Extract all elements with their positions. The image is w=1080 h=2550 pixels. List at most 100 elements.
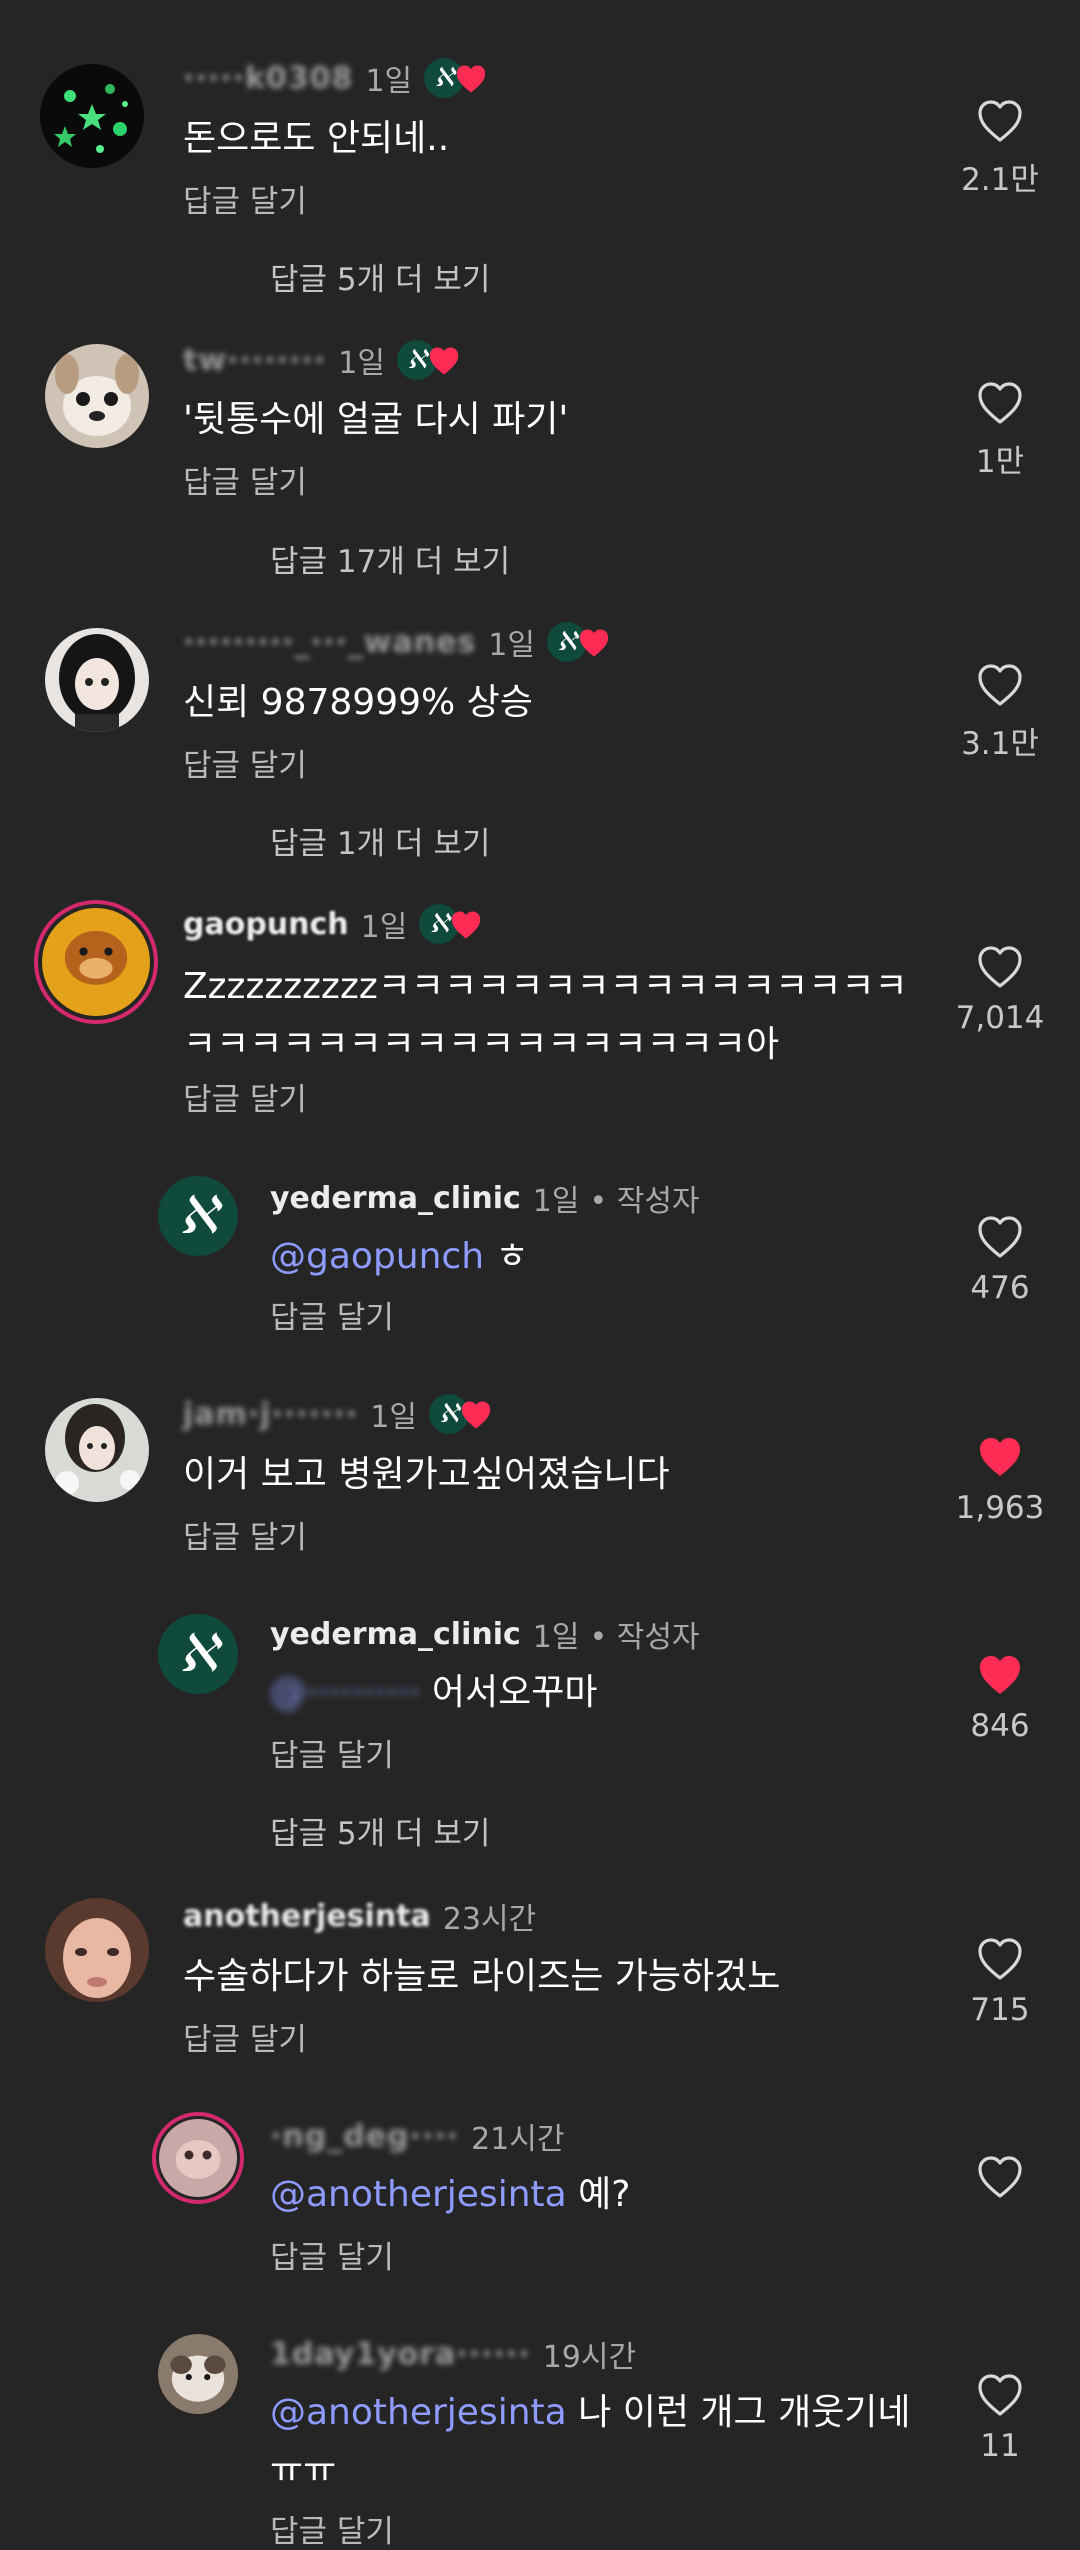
reply-button[interactable]: 답글 달기 bbox=[183, 1074, 307, 1119]
avatar[interactable]: ℵ bbox=[158, 1176, 238, 1256]
heart-icon bbox=[449, 908, 483, 942]
timestamp: 1일 bbox=[365, 64, 413, 99]
heart-outline-icon bbox=[976, 98, 1024, 144]
reply-button[interactable]: 답글 달기 bbox=[183, 176, 307, 221]
like-button[interactable]: 476 bbox=[950, 1214, 1050, 1306]
heart-filled-icon bbox=[976, 1434, 1024, 1480]
view-more-replies[interactable]: 답글 17개 더 보기 bbox=[270, 536, 510, 581]
comment-text: @·········· 어서오꾸마 bbox=[270, 1664, 920, 1722]
comment-text: @anotherjesinta 예? bbox=[270, 2166, 920, 2224]
mention-link[interactable]: @anotherjesinta bbox=[270, 2174, 567, 2215]
view-more-replies[interactable]: 답글 5개 더 보기 bbox=[270, 254, 490, 299]
like-count: 11 bbox=[980, 2428, 1020, 2464]
clinic-logo-icon: ℵ bbox=[178, 1624, 218, 1684]
timestamp: 23시간 bbox=[442, 1902, 537, 1937]
username[interactable]: gaopunch bbox=[183, 907, 349, 942]
avatar[interactable] bbox=[34, 900, 158, 1024]
like-button[interactable]: 1,963 bbox=[950, 1434, 1050, 1526]
heart-icon bbox=[459, 1398, 493, 1432]
creator-label: • 작성자 bbox=[589, 1620, 700, 1655]
heart-outline-icon bbox=[976, 662, 1024, 708]
avatar[interactable] bbox=[45, 628, 149, 732]
timestamp: 1일 bbox=[360, 910, 408, 945]
comment-text: 수술하다가 하늘로 라이즈는 가능하겄노 bbox=[183, 1956, 781, 1997]
username[interactable]: yederma_clinic bbox=[270, 1181, 521, 1216]
mention-link[interactable]: @anotherjesinta bbox=[270, 2392, 567, 2433]
username[interactable]: ·····k0308 bbox=[183, 61, 353, 96]
reply-button[interactable]: 답글 달기 bbox=[183, 740, 307, 785]
timestamp: 1일 bbox=[370, 1400, 417, 1435]
username[interactable]: ·ng_deg···· bbox=[270, 2119, 459, 2154]
like-button[interactable]: 7,014 bbox=[950, 944, 1050, 1036]
comment-text: 신뢰 9878999% 상승 bbox=[183, 682, 533, 723]
like-count: 1만 bbox=[975, 444, 1025, 480]
reply-button[interactable]: 답글 달기 bbox=[183, 457, 307, 502]
timestamp: 1일 bbox=[532, 1184, 580, 1219]
timestamp: 1일 bbox=[338, 346, 385, 381]
clinic-logo-icon: ℵ bbox=[178, 1186, 218, 1246]
like-button[interactable]: 1만 bbox=[950, 380, 1050, 481]
reply-text: 예? bbox=[578, 2174, 631, 2215]
avatar[interactable] bbox=[45, 344, 149, 448]
username[interactable]: tw········ bbox=[183, 343, 326, 378]
username[interactable]: yederma_clinic bbox=[270, 1617, 521, 1652]
comment-text: 이거 보고 병원가고싶어졌습니다 bbox=[183, 1454, 670, 1495]
timestamp: 1일 bbox=[532, 1620, 580, 1655]
heart-icon bbox=[577, 626, 611, 660]
reply-button[interactable]: 답글 달기 bbox=[270, 2506, 394, 2550]
reply-text: ㅎ bbox=[495, 1236, 529, 1277]
avatar[interactable] bbox=[158, 2334, 238, 2414]
avatar[interactable] bbox=[45, 1398, 149, 1502]
reply-button[interactable]: 답글 달기 bbox=[183, 1512, 307, 1557]
view-more-replies[interactable]: 답글 1개 더 보기 bbox=[270, 818, 490, 863]
reply-button[interactable]: 답글 달기 bbox=[183, 2014, 307, 2059]
like-count: 2.1만 bbox=[961, 162, 1039, 198]
avatar[interactable]: ℵ bbox=[158, 1614, 238, 1694]
avatar[interactable] bbox=[45, 1898, 149, 2002]
creator-liked-badge: ℵ bbox=[396, 338, 463, 382]
like-button[interactable]: 11 bbox=[950, 2372, 1050, 2464]
mention-link[interactable]: @gaopunch bbox=[270, 1236, 484, 1277]
like-count: 7,014 bbox=[955, 1000, 1045, 1036]
reply-button[interactable]: 답글 달기 bbox=[270, 1292, 394, 1337]
like-button[interactable] bbox=[950, 2154, 1050, 2210]
mention-link[interactable]: @·········· bbox=[270, 1672, 420, 1713]
heart-icon bbox=[454, 62, 488, 96]
like-button[interactable]: 2.1만 bbox=[950, 98, 1050, 199]
like-count: 1,963 bbox=[955, 1490, 1045, 1526]
creator-label: • 작성자 bbox=[589, 1184, 700, 1219]
comment-text: Zzzzzzzzzzㅋㅋㅋㅋㅋㅋㅋㅋㅋㅋㅋㅋㅋㅋㅋㅋㅋㅋㅋㅋㅋㅋㅋㅋㅋㅋㅋㅋㅋㅋ… bbox=[183, 966, 908, 1065]
heart-filled-icon bbox=[976, 1652, 1024, 1698]
heart-icon bbox=[427, 344, 461, 378]
username[interactable]: jam·j······· bbox=[183, 1397, 358, 1432]
heart-outline-icon bbox=[976, 2154, 1024, 2200]
timestamp: 21시간 bbox=[471, 2122, 565, 2157]
avatar[interactable] bbox=[152, 2112, 244, 2204]
reply-button[interactable]: 답글 달기 bbox=[270, 2232, 394, 2277]
creator-liked-badge: ℵ bbox=[424, 56, 490, 100]
username[interactable]: anotherjesinta bbox=[183, 1899, 431, 1934]
like-count: 476 bbox=[970, 1270, 1030, 1306]
like-button[interactable]: 715 bbox=[950, 1936, 1050, 2028]
creator-liked-badge: ℵ bbox=[546, 620, 613, 664]
comment-text: 돈으로도 안되네.. bbox=[183, 118, 450, 159]
timestamp: 19시간 bbox=[542, 2340, 637, 2375]
like-button[interactable]: 846 bbox=[950, 1652, 1050, 1744]
heart-outline-icon bbox=[976, 944, 1024, 990]
like-count: 715 bbox=[970, 1992, 1030, 2028]
username[interactable]: 1day1yora······ bbox=[270, 2337, 531, 2372]
comment-text: @gaopunch ㅎ bbox=[270, 1228, 920, 1286]
like-button[interactable]: 3.1만 bbox=[950, 662, 1050, 763]
heart-outline-icon bbox=[976, 1936, 1024, 1982]
heart-outline-icon bbox=[976, 1214, 1024, 1260]
username[interactable]: ·········_···_wanes bbox=[183, 625, 476, 660]
comment-text: @anotherjesinta 나 이런 개그 개웃기네 ㅠㅠ bbox=[270, 2384, 920, 2500]
creator-liked-badge: ℵ bbox=[419, 902, 485, 946]
avatar[interactable] bbox=[40, 64, 144, 168]
reply-button[interactable]: 답글 달기 bbox=[270, 1730, 394, 1775]
like-count: 3.1만 bbox=[961, 726, 1039, 762]
like-count: 846 bbox=[970, 1708, 1030, 1744]
heart-outline-icon bbox=[976, 380, 1024, 426]
comment-text: '뒷통수에 얼굴 다시 파기' bbox=[183, 399, 569, 440]
view-more-replies[interactable]: 답글 5개 더 보기 bbox=[270, 1808, 490, 1853]
